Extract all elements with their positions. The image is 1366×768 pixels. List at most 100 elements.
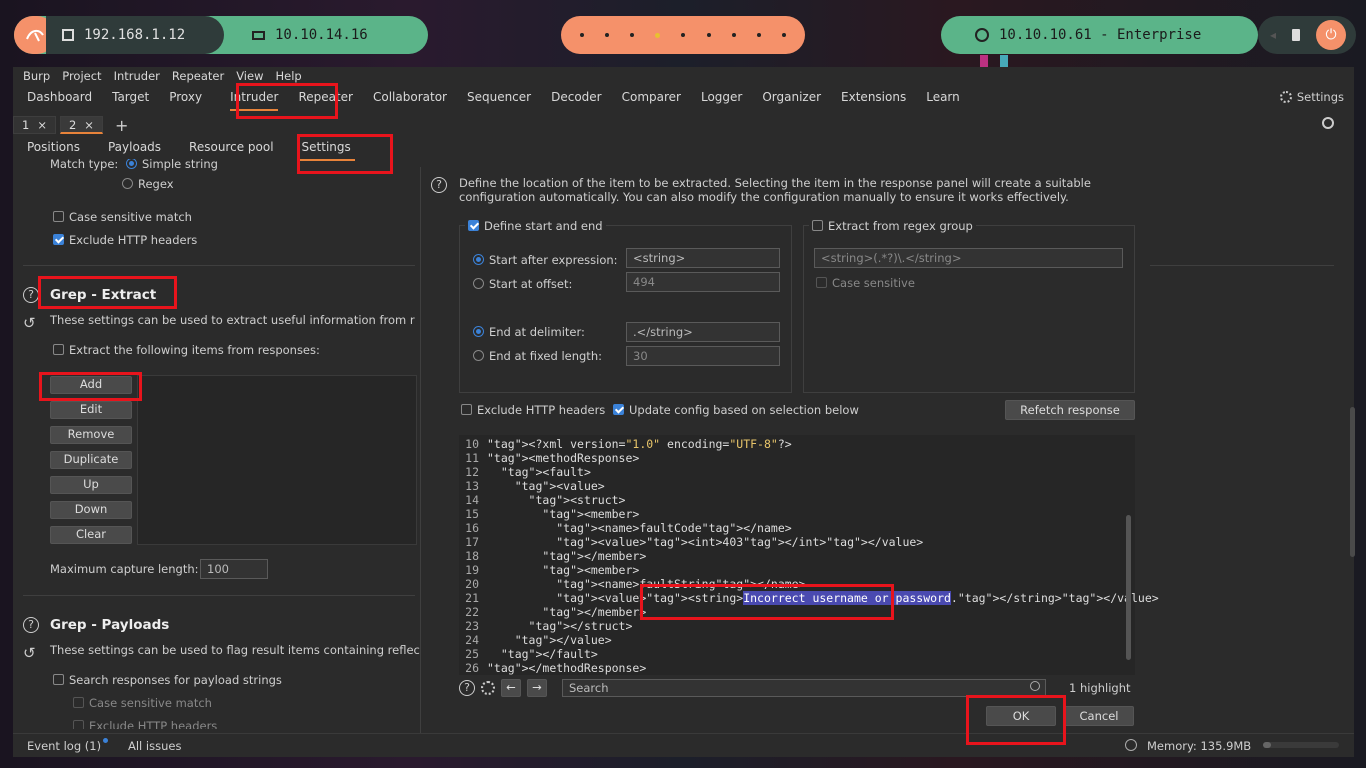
tab-comparer[interactable]: Comparer [612, 87, 691, 109]
code-line: "tag"></struct> [528, 619, 633, 633]
main-tabs: Dashboard Target Proxy Intruder Repeater… [13, 87, 1354, 111]
highlight-add-button [39, 372, 142, 401]
start-after-radio[interactable]: Start after expression: [473, 253, 618, 267]
subtab-positions[interactable]: Positions [13, 139, 94, 159]
menu-intruder[interactable]: Intruder [108, 67, 166, 85]
end-delimiter-input[interactable]: .</string> [626, 322, 780, 342]
highlight-ok-button [966, 695, 1066, 745]
response-viewer[interactable]: 10 "tag"><?xml version="1.0" encoding="UT… [459, 435, 1159, 675]
menu-repeater[interactable]: Repeater [166, 67, 230, 85]
workspace-dot[interactable] [731, 33, 736, 37]
tab-collaborator[interactable]: Collaborator [363, 87, 457, 109]
system-tray: ◂ ⏻ [1258, 16, 1356, 54]
extract-items-checkbox[interactable]: Extract the following items from respons… [53, 343, 320, 357]
case-sensitive-checkbox[interactable]: Case sensitive match [53, 210, 192, 224]
help-icon[interactable]: ? [23, 287, 39, 303]
max-capture-input[interactable]: 100 [200, 559, 268, 579]
up-button[interactable]: Up [50, 476, 132, 494]
help-icon[interactable]: ? [431, 177, 447, 193]
help-icon[interactable]: ? [23, 617, 39, 633]
end-delimiter-radio[interactable]: End at delimiter: [473, 325, 585, 339]
match-type-row: Match type: Simple string [50, 159, 218, 171]
scrollbar[interactable] [1126, 515, 1131, 660]
back-arrow-icon[interactable]: ← [501, 679, 521, 697]
end-fixed-radio[interactable]: End at fixed length: [473, 349, 602, 363]
help-icon[interactable]: ? [459, 680, 475, 696]
code-line: "tag"></member> [542, 605, 647, 619]
workspace-dot[interactable] [782, 33, 787, 37]
workspace-indicator[interactable] [561, 16, 805, 54]
payload-case-checkbox[interactable]: Case sensitive match [73, 696, 212, 710]
workspace-dot[interactable] [757, 33, 762, 37]
subtab-payloads[interactable]: Payloads [94, 139, 175, 159]
subtab-resource-pool[interactable]: Resource pool [175, 139, 287, 159]
add-tab-button[interactable]: + [107, 116, 136, 135]
reset-icon[interactable]: ↺ [23, 644, 36, 662]
attack-tab-1[interactable]: 1 × [13, 116, 56, 134]
forward-arrow-icon[interactable]: → [527, 679, 547, 697]
event-log[interactable]: Event log (1) [27, 739, 101, 753]
down-button[interactable]: Down [50, 501, 132, 519]
start-offset-radio[interactable]: Start at offset: [473, 277, 572, 291]
payload-exclude-checkbox[interactable]: Exclude HTTP headers [73, 719, 217, 729]
close-icon[interactable]: × [84, 118, 94, 132]
tab-organizer[interactable]: Organizer [752, 87, 831, 109]
tab-proxy[interactable]: Proxy [159, 87, 212, 109]
workspace-dot[interactable] [706, 33, 711, 37]
close-icon[interactable]: × [37, 118, 47, 132]
line-number: 17 [465, 535, 479, 549]
clear-button[interactable]: Clear [50, 526, 132, 544]
tab-learn[interactable]: Learn [916, 87, 970, 109]
attack-tab-2[interactable]: 2 × [59, 116, 103, 134]
line-number: 21 [465, 591, 479, 605]
workspace-dot[interactable] [604, 33, 609, 37]
tab-dashboard[interactable]: Dashboard [17, 87, 102, 109]
regex-radio[interactable]: Regex [122, 177, 174, 191]
window-scrollbar[interactable] [1350, 407, 1355, 557]
status-bar: Event log (1) All issues Memory: 135.9MB [13, 733, 1354, 757]
workspace-dot[interactable] [681, 33, 686, 37]
volume-icon[interactable]: ◂ [1270, 28, 1276, 42]
exclude-headers-checkbox[interactable]: Exclude HTTP headers [53, 233, 197, 247]
start-offset-input[interactable]: 494 [626, 272, 780, 292]
search-payloads-checkbox[interactable]: Search responses for payload strings [53, 673, 282, 687]
gear-icon[interactable] [481, 681, 495, 695]
local-ip: 192.168.1.12 [84, 27, 186, 43]
grep-extract-desc: These settings can be used to extract us… [50, 313, 415, 327]
menu-project[interactable]: Project [56, 67, 107, 85]
tab-sequencer[interactable]: Sequencer [457, 87, 541, 109]
end-fixed-input[interactable]: 30 [626, 346, 780, 366]
power-icon[interactable]: ⏻ [1316, 20, 1347, 50]
menu-burp[interactable]: Burp [17, 67, 56, 85]
extract-items-list[interactable] [137, 375, 417, 545]
remove-button[interactable]: Remove [50, 426, 132, 444]
tab-extensions[interactable]: Extensions [831, 87, 916, 109]
tab-decoder[interactable]: Decoder [541, 87, 612, 109]
reset-icon[interactable]: ↺ [23, 314, 36, 332]
edit-button[interactable]: Edit [50, 401, 132, 419]
update-config-checkbox[interactable]: Update config based on selection below [613, 403, 859, 417]
line-number: 19 [465, 563, 479, 577]
cancel-button[interactable]: Cancel [1064, 706, 1134, 726]
duplicate-button[interactable]: Duplicate [50, 451, 132, 469]
workspace-dot-active[interactable] [655, 32, 661, 38]
tab-logger[interactable]: Logger [691, 87, 752, 109]
line-number: 20 [465, 577, 479, 591]
refetch-button[interactable]: Refetch response [1005, 400, 1135, 420]
workspace-dot[interactable] [579, 33, 584, 37]
battery-icon [1292, 29, 1301, 41]
workspace-dot[interactable] [630, 33, 635, 37]
search-icon[interactable] [1322, 117, 1334, 129]
simple-string-radio[interactable]: Simple string [125, 159, 218, 171]
regex-case-checkbox[interactable]: Case sensitive [816, 276, 915, 290]
settings-link[interactable]: Settings [1279, 90, 1344, 104]
regex-input[interactable]: <string>(.*?)\.</string> [814, 248, 1123, 268]
panel-divider [420, 167, 421, 733]
dialog-exclude-headers[interactable]: Exclude HTTP headers [461, 403, 605, 417]
line-number: 15 [465, 507, 479, 521]
all-issues[interactable]: All issues [128, 739, 181, 753]
start-after-input[interactable]: <string> [626, 248, 780, 268]
define-start-end-checkbox[interactable]: Define start and end [465, 219, 606, 233]
extract-regex-checkbox[interactable]: Extract from regex group [809, 219, 976, 233]
tab-target[interactable]: Target [102, 87, 159, 109]
